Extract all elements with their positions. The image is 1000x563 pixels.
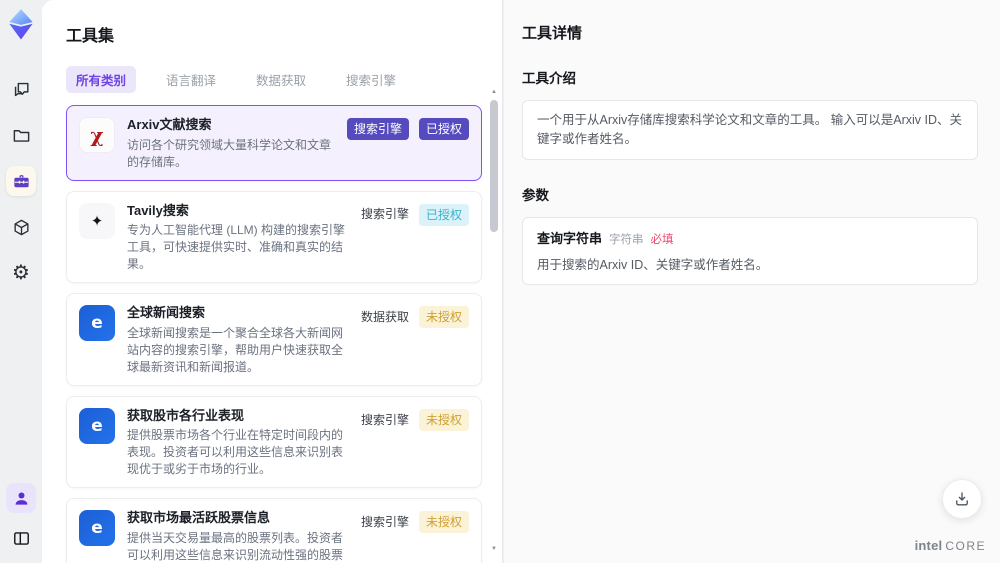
news-logo-icon: e <box>79 510 115 547</box>
scrollbar-track[interactable] <box>490 96 498 545</box>
scrollbar[interactable]: ▲ ▼ <box>489 88 499 553</box>
tool-description: 提供股票市场各个行业在特定时间段内的表现。投资者可以利用这些信息来识别表现优于或… <box>127 428 344 477</box>
scroll-up-icon[interactable]: ▲ <box>491 88 497 96</box>
category-label: 搜索引擎 <box>360 412 409 427</box>
page-title: 工具集 <box>66 28 115 45</box>
auth-badge: 未授权 <box>418 408 469 431</box>
tool-name: Tavily搜索 <box>127 202 189 218</box>
tool-description: 提供当天交易量最高的股票列表。投资者可以利用这些信息来识别流动性强的股票和潜在的… <box>127 530 344 562</box>
toolbox-icon[interactable] <box>6 166 36 196</box>
category-label: 搜索引擎 <box>360 207 409 222</box>
user-avatar-icon[interactable] <box>6 483 36 513</box>
tool-card-arxiv[interactable]: χ Arxiv文献搜索 访问各个研究领域大量科学论文和文章的存储库。 搜索引擎 … <box>66 105 482 181</box>
scrollbar-thumb[interactable] <box>490 100 498 232</box>
tool-detail-panel: 工具详情 工具介绍 一个用于从Arxiv存储库搜索科学论文和文章的工具。 输入可… <box>504 0 1000 563</box>
detail-title: 工具详情 <box>522 25 583 42</box>
tab-data-fetch[interactable]: 数据获取 <box>246 66 316 93</box>
auth-badge: 已授权 <box>418 203 469 226</box>
tab-search-engine[interactable]: 搜索引擎 <box>336 66 406 93</box>
tab-all-categories[interactable]: 所有类别 <box>66 66 137 93</box>
param-name: 查询字符串 <box>537 230 603 246</box>
tool-name: 获取市场最活跃股票信息 <box>127 510 271 526</box>
auth-badge: 已授权 <box>418 118 469 140</box>
tool-description: 专为人工智能代理 (LLM) 构建的搜索引擎工具，可快速提供实时、准确和真实的结… <box>127 223 346 272</box>
panel-toggle-icon[interactable] <box>6 523 36 553</box>
intel-core-logo: intel core <box>914 538 986 553</box>
arxiv-logo-icon: χ <box>79 117 115 153</box>
tool-card-tavily[interactable]: ✦ Tavily搜索 专为人工智能代理 (LLM) 构建的搜索引擎工具，可快速提… <box>66 190 482 284</box>
download-icon <box>956 492 968 506</box>
rail-nav: ⚙ <box>6 74 36 288</box>
news-logo-icon: e <box>79 407 115 444</box>
auth-badge: 未授权 <box>418 306 469 329</box>
news-logo-icon: e <box>79 305 115 342</box>
rail-bottom <box>6 483 36 553</box>
tool-card-active-stocks[interactable]: e 获取市场最活跃股票信息 提供当天交易量最高的股票列表。投资者可以利用这些信息… <box>66 498 482 563</box>
tool-description: 全球新闻搜索是一个聚合全球各大新闻网站内容的搜索引擎，帮助用户快速获取全球最新资… <box>127 325 344 374</box>
app-logo-icon <box>7 8 35 40</box>
category-label: 数据获取 <box>360 309 409 324</box>
tavily-star-icon: ✦ <box>79 202 115 239</box>
tool-description: 访问各个研究领域大量科学论文和文章的存储库。 <box>127 137 332 169</box>
auth-badge: 未授权 <box>418 511 469 534</box>
param-description: 用于搜索的Arxiv ID、关键字或作者姓名。 <box>537 257 769 272</box>
tool-list: χ Arxiv文献搜索 访问各个研究领域大量科学论文和文章的存储库。 搜索引擎 … <box>66 105 482 563</box>
scroll-down-icon[interactable]: ▼ <box>491 545 497 553</box>
intro-heading: 工具介绍 <box>522 71 576 86</box>
param-required-badge: 必填 <box>650 233 674 246</box>
tool-list-panel: 工具集 所有类别 语言翻译 数据获取 搜索引擎 χ Arxiv文献搜索 访问各个… <box>42 0 503 563</box>
tool-name: Arxiv文献搜索 <box>127 117 212 132</box>
left-rail: ⚙ <box>0 0 42 563</box>
tool-name: 获取股市各行业表现 <box>127 407 245 423</box>
category-badge: 搜索引擎 <box>346 118 409 140</box>
tool-card-sector-performance[interactable]: e 获取股市各行业表现 提供股票市场各个行业在特定时间段内的表现。投资者可以利用… <box>66 395 482 489</box>
category-tabs: 所有类别 语言翻译 数据获取 搜索引擎 <box>66 66 502 93</box>
intro-text: 一个用于从Arxiv存储库搜索科学论文和文章的工具。 输入可以是Arxiv ID… <box>537 113 963 146</box>
folder-icon[interactable] <box>6 120 36 150</box>
settings-gear-icon[interactable]: ⚙ <box>6 258 36 288</box>
tab-language-translation[interactable]: 语言翻译 <box>156 66 226 93</box>
params-heading: 参数 <box>522 187 549 203</box>
param-type: 字符串 <box>609 233 644 246</box>
download-button[interactable] <box>942 479 982 519</box>
tool-name: 全球新闻搜索 <box>127 305 206 321</box>
cube-icon[interactable] <box>6 212 36 242</box>
category-label: 搜索引擎 <box>360 515 409 530</box>
param-card: 查询字符串 字符串 必填 用于搜索的Arxiv ID、关键字或作者姓名。 <box>522 216 978 286</box>
tool-card-global-news[interactable]: e 全球新闻搜索 全球新闻搜索是一个聚合全球各大新闻网站内容的搜索引擎，帮助用户… <box>66 293 482 386</box>
chat-icon[interactable] <box>6 74 36 104</box>
